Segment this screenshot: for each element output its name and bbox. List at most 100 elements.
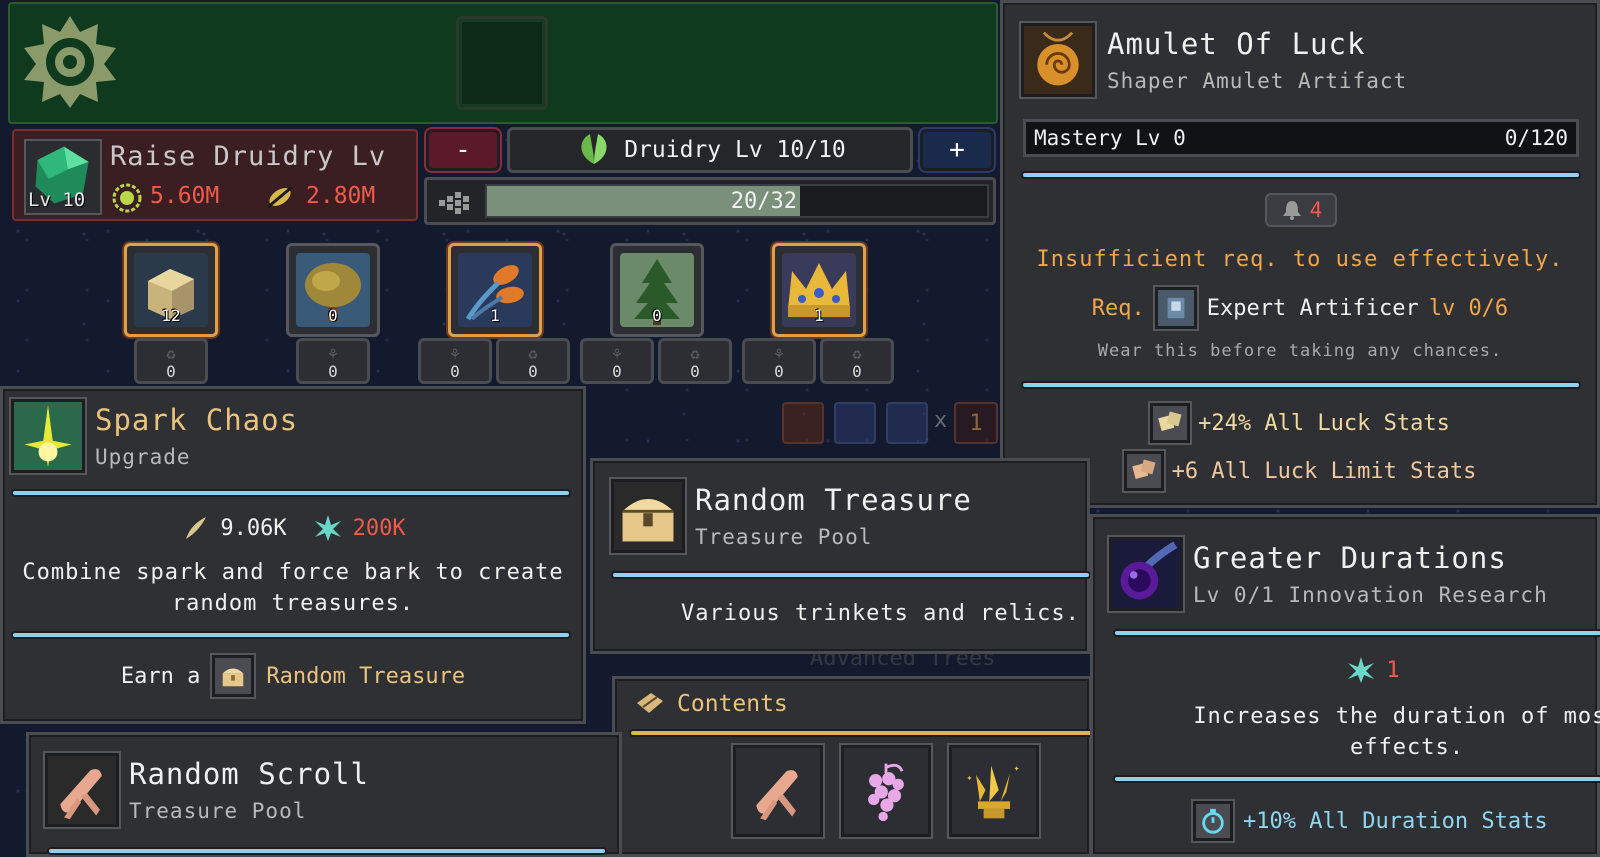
magnifier-icon[interactable] <box>886 402 928 444</box>
req-prefix: Req. <box>1091 295 1145 321</box>
spark-title: Spark Chaos <box>95 403 299 437</box>
comet-icon <box>1109 537 1183 611</box>
treasure-chest-icon <box>212 655 255 697</box>
sub-slot[interactable]: ♻ 0 <box>134 338 208 384</box>
treasure-title: Random Treasure <box>695 483 972 517</box>
treasure-chest-icon <box>611 479 685 553</box>
dice-limit-icon <box>1123 451 1164 491</box>
contents-icon <box>637 693 663 713</box>
amulet-stat-2-text: +6 All Luck Limit Stats <box>1171 458 1477 484</box>
grapes-icon <box>868 763 904 822</box>
slot-count: 12 <box>161 306 181 325</box>
sub-slot-count: 0 <box>852 362 862 381</box>
durations-cost-value: 1 <box>1386 657 1400 683</box>
sprout-icon: ⚘ <box>450 344 460 363</box>
contents-header: Contents <box>633 689 788 719</box>
sprout-icon: ⚘ <box>612 344 622 363</box>
mastery-bar: Mastery Lv 0 0/120 <box>1023 119 1579 157</box>
book-icon[interactable] <box>782 402 824 444</box>
durations-title: Greater Durations <box>1193 541 1507 575</box>
sub-slot[interactable]: ⚘ 0 <box>742 338 816 384</box>
gear-icon[interactable] <box>20 12 120 112</box>
artificer-book-icon <box>1154 287 1197 329</box>
sub-slot[interactable]: ⚘ 0 <box>296 338 370 384</box>
durations-cost: 1 <box>1093 655 1600 685</box>
recycle-icon: ♻ <box>528 344 538 363</box>
spark-costs: 9.06K 200K <box>3 513 583 543</box>
raise-cost-1: 5.60M <box>150 183 220 209</box>
sub-slot-count: 0 <box>612 362 622 381</box>
earn-item[interactable]: Random Treasure <box>266 664 465 689</box>
spark-subtitle: Upgrade <box>95 445 191 469</box>
contents-panel: Contents ✦ ✦ <box>612 676 1109 857</box>
scroll-subtitle: Treasure Pool <box>129 799 307 823</box>
sub-slot[interactable]: ⚘ 0 <box>580 338 654 384</box>
amulet-title: Amulet Of Luck <box>1107 27 1366 61</box>
sub-slot[interactable]: ♻ 0 <box>658 338 732 384</box>
sub-slot[interactable]: ⚘ 0 <box>418 338 492 384</box>
slot-crown[interactable]: 1 <box>772 243 866 337</box>
empty-slot[interactable] <box>456 16 548 110</box>
treasure-description: Various trinkets and relics. <box>681 601 1080 626</box>
random-scroll-tooltip: Random Scroll Treasure Pool <box>26 732 622 857</box>
stopwatch-icon <box>1193 801 1233 841</box>
sub-slot-count: 0 <box>774 362 784 381</box>
durations-stat: +10% All Duration Stats <box>1193 801 1600 841</box>
durations-description: Increases the duration of most effects. <box>1193 704 1600 760</box>
spark-cost-2: 200K <box>352 515 406 541</box>
multiplier-value[interactable]: 1 <box>954 402 998 444</box>
scroll-title: Random Scroll <box>129 757 369 791</box>
amulet-warning: Insufficient req. to use effectively. <box>1036 247 1564 272</box>
divider <box>1113 775 1600 783</box>
raise-level: Lv 10 <box>28 189 86 211</box>
plus-button[interactable]: + <box>920 129 994 171</box>
content-item-scroll[interactable] <box>733 745 823 837</box>
amulet-stat-2: +6 All Luck Limit Stats <box>1003 451 1597 491</box>
recycle-icon: ♻ <box>690 344 700 363</box>
req-badge: 4 <box>1265 193 1337 227</box>
durations-subtitle: Lv 0/1 Innovation Research <box>1193 583 1548 607</box>
minus-button[interactable]: - <box>426 129 500 171</box>
progress-panel: 20/32 <box>424 177 996 225</box>
slot-count: 1 <box>490 306 500 325</box>
durations-stat-text: +10% All Duration Stats <box>1243 808 1548 834</box>
sun-icon <box>112 183 142 213</box>
slot-bulbs[interactable]: 1 <box>448 243 542 337</box>
req-level: lv 0/6 <box>1428 295 1509 321</box>
slot-pine[interactable]: 0 <box>610 243 704 337</box>
scroll-icon <box>756 770 798 821</box>
raise-label: Raise Druidry Lv <box>110 141 387 172</box>
svg-text:✦: ✦ <box>967 773 973 784</box>
svg-text:✦: ✦ <box>1014 763 1020 774</box>
amulet-subtitle: Shaper Amulet Artifact <box>1107 69 1408 93</box>
req-name: Expert Artificer <box>1206 295 1419 321</box>
treasure-subtitle: Treasure Pool <box>695 525 873 549</box>
slot-tree[interactable]: 0 <box>286 243 380 337</box>
raise-druidry-button[interactable]: Lv 10 Raise Druidry Lv 5.60M 2.80M <box>12 129 418 221</box>
amulet-stat-1: +24% All Luck Stats <box>1003 403 1597 443</box>
recycle-icon: ♻ <box>166 344 176 363</box>
sub-slot-count: 0 <box>690 362 700 381</box>
force-icon <box>1348 657 1375 683</box>
divider <box>1021 171 1581 179</box>
sub-slot-count: 0 <box>450 362 460 381</box>
sprout-icon: ⚘ <box>774 344 784 363</box>
slot-count: 1 <box>814 306 824 325</box>
greater-durations-tooltip: Greater Durations Lv 0/1 Innovation Rese… <box>1090 514 1600 857</box>
sub-slot-count: 0 <box>528 362 538 381</box>
multiplier-x: x <box>934 408 948 433</box>
sprout-icon: ⚘ <box>328 344 338 363</box>
scroll-icon[interactable] <box>834 402 876 444</box>
sub-slot[interactable]: ♻ 0 <box>820 338 894 384</box>
slot-crate[interactable]: 12 <box>124 243 218 337</box>
spark-description: Combine spark and force bark to create r… <box>22 560 564 616</box>
emerald-icon: Lv 10 <box>24 139 102 215</box>
sub-slot[interactable]: ♻ 0 <box>496 338 570 384</box>
spark-earn-row: Earn a Random Treasure <box>3 655 583 697</box>
content-item-crystal[interactable]: ✦ ✦ <box>949 745 1039 837</box>
amulet-stat-1-text: +24% All Luck Stats <box>1198 410 1450 436</box>
druidry-level-text: Druidry Lv 10/10 <box>624 137 846 163</box>
content-item-grapes[interactable] <box>841 745 931 837</box>
divider <box>47 847 607 855</box>
amulet-tooltip: Amulet Of Luck Shaper Amulet Artifact Ma… <box>1000 0 1600 508</box>
